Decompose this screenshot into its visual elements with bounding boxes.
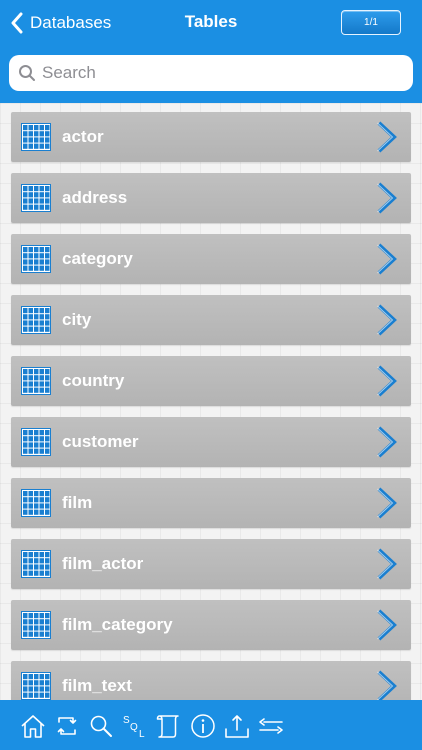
table-row[interactable]: actor xyxy=(11,112,411,162)
search-icon xyxy=(19,65,35,81)
table-name: category xyxy=(62,249,133,268)
table-grid-icon xyxy=(21,367,51,395)
table-grid-icon xyxy=(21,245,51,273)
search-input[interactable] xyxy=(42,63,413,83)
table-row[interactable]: country xyxy=(11,356,411,406)
navigation-bar: Databases Tables 1/1 xyxy=(0,0,422,103)
table-row[interactable]: address xyxy=(11,173,411,223)
table-grid-icon xyxy=(21,550,51,578)
svg-text:Q: Q xyxy=(130,722,138,733)
home-icon[interactable] xyxy=(20,713,46,739)
table-list[interactable]: actor address category city country customer f… xyxy=(0,103,422,700)
table-grid-icon xyxy=(21,428,51,456)
table-row[interactable]: customer xyxy=(11,417,411,467)
table-row[interactable]: category xyxy=(11,234,411,284)
table-name: customer xyxy=(62,432,139,451)
chevron-right-icon[interactable] xyxy=(375,547,399,581)
chevron-right-icon[interactable] xyxy=(375,120,399,154)
table-row[interactable]: film_category xyxy=(11,600,411,650)
table-grid-icon xyxy=(21,672,51,700)
table-row[interactable]: film_text xyxy=(11,661,411,700)
table-row[interactable]: city xyxy=(11,295,411,345)
table-name: actor xyxy=(62,127,104,146)
search-tool-icon[interactable] xyxy=(88,713,114,739)
bottom-toolbar: S Q L xyxy=(0,700,422,750)
table-row[interactable]: film_actor xyxy=(11,539,411,589)
table-name: film_text xyxy=(62,676,132,695)
chevron-right-icon[interactable] xyxy=(375,181,399,215)
table-row[interactable]: film xyxy=(11,478,411,528)
table-grid-icon xyxy=(21,306,51,334)
chevron-right-icon[interactable] xyxy=(375,425,399,459)
svg-text:S: S xyxy=(123,715,130,726)
table-name: city xyxy=(62,310,92,329)
upload-icon[interactable] xyxy=(224,713,250,739)
page-indicator-button[interactable]: 1/1 xyxy=(341,10,401,35)
svg-text:L: L xyxy=(139,729,145,739)
chevron-right-icon[interactable] xyxy=(375,669,399,700)
sql-icon[interactable]: S Q L xyxy=(122,713,148,739)
table-grid-icon xyxy=(21,123,51,151)
chevron-right-icon[interactable] xyxy=(375,364,399,398)
chevron-right-icon[interactable] xyxy=(375,242,399,276)
chevron-right-icon[interactable] xyxy=(375,303,399,337)
table-name: country xyxy=(62,371,125,390)
info-icon[interactable] xyxy=(190,713,216,739)
search-bar[interactable] xyxy=(9,55,413,91)
chevron-right-icon[interactable] xyxy=(375,486,399,520)
table-name: film_category xyxy=(62,615,173,634)
scroll-icon[interactable] xyxy=(156,713,182,739)
refresh-icon[interactable] xyxy=(54,713,80,739)
table-name: film_actor xyxy=(62,554,144,573)
table-name: address xyxy=(62,188,128,207)
table-grid-icon xyxy=(21,489,51,517)
sort-icon[interactable] xyxy=(258,713,284,739)
chevron-right-icon[interactable] xyxy=(375,608,399,642)
table-grid-icon xyxy=(21,184,51,212)
table-name: film xyxy=(62,493,93,512)
table-grid-icon xyxy=(21,611,51,639)
